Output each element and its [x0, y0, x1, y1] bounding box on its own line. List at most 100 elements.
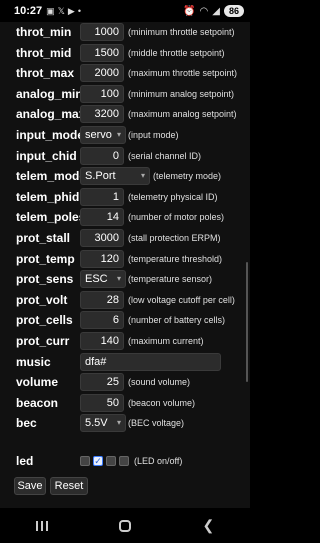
- field-value: 3000: [94, 232, 119, 244]
- setting-label: beacon: [16, 395, 59, 410]
- setting-row-prot_temp: prot_temp 120 (temperature threshold): [0, 249, 250, 269]
- prot_cells-input[interactable]: 6: [80, 311, 124, 330]
- back-icon[interactable]: ❮: [203, 517, 215, 534]
- x-icon: 𝕏: [57, 5, 65, 16]
- setting-label: prot_volt: [16, 292, 68, 307]
- status-time: 10:27: [14, 5, 43, 17]
- led-checkbox-4[interactable]: [119, 456, 129, 466]
- dot-icon: •: [77, 6, 81, 16]
- telem_poles-input[interactable]: 14: [80, 208, 124, 227]
- setting-row-throt_min: throt_min 1000 (minimum throttle setpoint): [0, 22, 250, 42]
- field-value: 14: [106, 211, 119, 224]
- recent-apps-icon[interactable]: [35, 520, 48, 531]
- setting-label: music: [16, 354, 51, 369]
- input_chid-input[interactable]: 0: [80, 146, 124, 165]
- setting-description: (stall protection ERPM): [128, 233, 221, 243]
- wifi-icon: ◠: [199, 5, 209, 17]
- chevron-down-icon: ▾: [116, 130, 121, 139]
- chevron-down-icon: ▾: [140, 171, 145, 181]
- telem_mode-select[interactable]: S.Port ▾: [80, 167, 150, 186]
- setting-label: prot_stall: [16, 231, 71, 245]
- setting-label: prot_sens: [16, 272, 74, 287]
- notification-icon: ▣: [46, 5, 55, 16]
- prot_volt-input[interactable]: 28: [80, 290, 124, 309]
- setting-row-prot_curr: prot_curr 140 (maximum current): [0, 331, 250, 351]
- analog_min-input[interactable]: 100: [80, 84, 124, 103]
- setting-label: led: [16, 454, 34, 468]
- field-value: S.Port: [85, 170, 116, 183]
- input_mode-select[interactable]: servo ▾: [80, 126, 126, 144]
- setting-row-analog_max: analog_max 3200 (maximum analog setpoint): [0, 104, 250, 124]
- setting-label: analog_max: [16, 107, 86, 122]
- status-notification-icons: ▣ 𝕏 ▶ •: [46, 6, 81, 17]
- telem_phid-input[interactable]: 1: [80, 187, 124, 206]
- field-value: 0: [112, 149, 119, 162]
- setting-row-led: led ✓ (LED on/off): [0, 451, 250, 471]
- setting-label: throt_mid: [16, 45, 72, 60]
- prot_curr-input[interactable]: 140: [80, 332, 124, 350]
- prot_stall-input[interactable]: 3000: [80, 229, 124, 247]
- setting-row-telem_poles: telem_poles 14 (number of motor poles): [0, 207, 250, 227]
- field-value: 140: [100, 335, 119, 347]
- beacon-input[interactable]: 50: [80, 393, 124, 412]
- setting-description: (maximum analog setpoint): [128, 109, 237, 120]
- chevron-down-icon: ▾: [116, 418, 121, 428]
- field-value: 2000: [94, 67, 119, 80]
- music-input[interactable]: dfa#: [80, 352, 221, 371]
- setting-label: telem_phid: [16, 189, 80, 204]
- setting-description: (minimum throttle setpoint): [128, 27, 235, 37]
- setting-row-telem_phid: telem_phid 1 (telemetry physical ID): [0, 187, 250, 207]
- setting-description: (beacon volume): [128, 397, 196, 408]
- reset-button[interactable]: Reset: [50, 477, 88, 495]
- field-value: 6: [112, 314, 119, 327]
- setting-label: telem_poles: [16, 210, 86, 225]
- status-bar: 10:27 ▣ 𝕏 ▶ • ⏰ ◠ ◢ 86: [0, 0, 250, 22]
- setting-description: (temperature sensor): [128, 274, 213, 285]
- signal-icon: ◢: [212, 5, 220, 17]
- setting-description: (middle throttle setpoint): [128, 47, 225, 58]
- field-value: 25: [106, 376, 119, 389]
- setting-row-throt_mid: throt_mid 1500 (middle throttle setpoint): [0, 43, 250, 63]
- setting-description: (telemetry mode): [153, 171, 222, 182]
- field-value: 100: [100, 87, 119, 100]
- setting-row-bec: bec 5.5V ▾ (BEC voltage): [0, 413, 250, 433]
- battery-badge: 86: [223, 5, 244, 17]
- setting-row-music: music dfa#: [0, 352, 250, 372]
- prot_temp-input[interactable]: 120: [80, 249, 124, 268]
- setting-description: (sound volume): [128, 377, 191, 388]
- field-value: 1500: [94, 46, 119, 59]
- bec-select[interactable]: 5.5V ▾: [80, 414, 126, 433]
- setting-row-prot_stall: prot_stall 3000 (stall protection ERPM): [0, 228, 250, 248]
- alarm-icon: ⏰: [183, 5, 196, 17]
- setting-row-volume: volume 25 (sound volume): [0, 372, 250, 392]
- navigation-bar: ❮: [0, 508, 250, 543]
- field-value: 28: [106, 293, 119, 306]
- led-checkbox-3[interactable]: [106, 456, 116, 466]
- prot_sens-select[interactable]: ESC ▾: [80, 270, 126, 289]
- field-value: dfa#: [85, 355, 107, 368]
- volume-input[interactable]: 25: [80, 373, 124, 392]
- field-value: 1000: [94, 26, 119, 38]
- throt_min-input[interactable]: 1000: [80, 23, 124, 41]
- setting-description: (maximum throttle setpoint): [128, 68, 238, 79]
- setting-row-beacon: beacon 50 (beacon volume): [0, 393, 250, 413]
- setting-description: (number of motor poles): [128, 212, 225, 223]
- setting-label: throt_max: [16, 66, 75, 81]
- field-value: servo: [85, 129, 112, 141]
- setting-description: (telemetry physical ID): [128, 191, 218, 202]
- save-button[interactable]: Save: [14, 477, 46, 495]
- led-checkbox-2[interactable]: ✓: [93, 456, 103, 466]
- setting-description: (maximum current): [128, 336, 204, 346]
- throt_max-input[interactable]: 2000: [80, 64, 124, 83]
- field-value: 5.5V: [85, 417, 108, 430]
- led-checkbox-1[interactable]: [80, 456, 90, 466]
- setting-row-analog_min: analog_min 100 (minimum analog setpoint): [0, 84, 250, 104]
- home-icon[interactable]: [119, 519, 132, 532]
- analog_max-input[interactable]: 3200: [80, 105, 124, 124]
- throt_mid-input[interactable]: 1500: [80, 43, 124, 62]
- setting-label: prot_curr: [16, 334, 70, 348]
- scrollbar[interactable]: [246, 262, 248, 382]
- setting-row-prot_sens: prot_sens ESC ▾ (temperature sensor): [0, 269, 250, 289]
- field-value: 50: [106, 396, 119, 409]
- setting-label: prot_cells: [16, 313, 73, 328]
